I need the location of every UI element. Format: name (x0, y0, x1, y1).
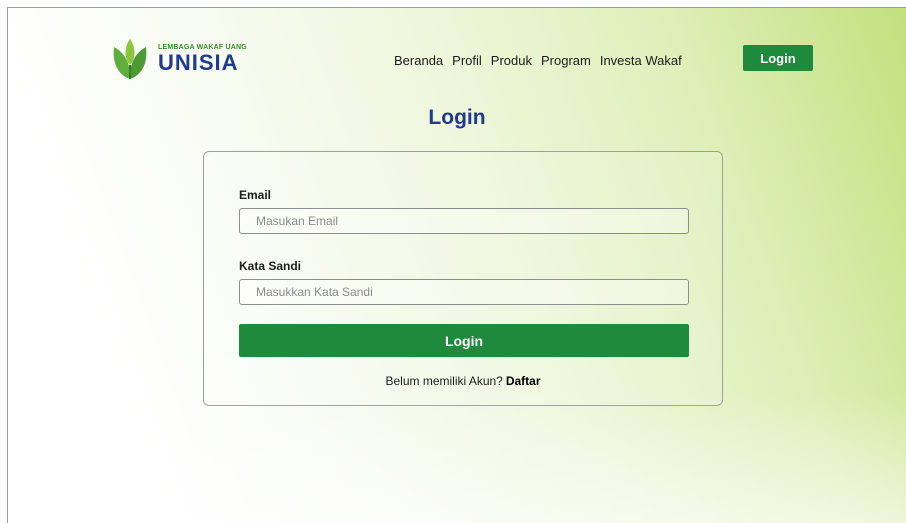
nav-item-profil[interactable]: Profil (452, 53, 482, 68)
main-nav: Beranda Profil Produk Program Investa Wa… (394, 53, 691, 68)
register-prompt: Belum memiliki Akun? (385, 374, 503, 388)
page-title: Login (428, 106, 486, 129)
brand-text: LEMBAGA WAKAF UANG UNISIA (158, 43, 247, 74)
nav-item-beranda[interactable]: Beranda (394, 53, 443, 68)
register-link[interactable]: Daftar (506, 374, 541, 388)
register-prompt-line: Belum memiliki Akun? Daftar (204, 374, 722, 388)
login-submit-button[interactable]: Login (239, 324, 689, 357)
login-card: Email Kata Sandi Login Belum memiliki Ak… (203, 151, 723, 406)
nav-item-investa-wakaf[interactable]: Investa Wakaf (600, 53, 682, 68)
leaf-logo-icon (113, 39, 147, 79)
brand-logo[interactable]: LEMBAGA WAKAF UANG UNISIA (110, 35, 247, 81)
nav-login-button[interactable]: Login (743, 45, 813, 71)
brand-name: UNISIA (158, 49, 239, 75)
nav-item-produk[interactable]: Produk (491, 53, 532, 68)
password-input[interactable] (239, 279, 689, 305)
app-frame: LEMBAGA WAKAF UANG UNISIA Beranda Profil… (7, 7, 906, 523)
email-input[interactable] (239, 208, 689, 234)
email-label: Email (239, 188, 272, 202)
password-label: Kata Sandi (239, 259, 302, 273)
nav-item-program[interactable]: Program (541, 53, 591, 68)
